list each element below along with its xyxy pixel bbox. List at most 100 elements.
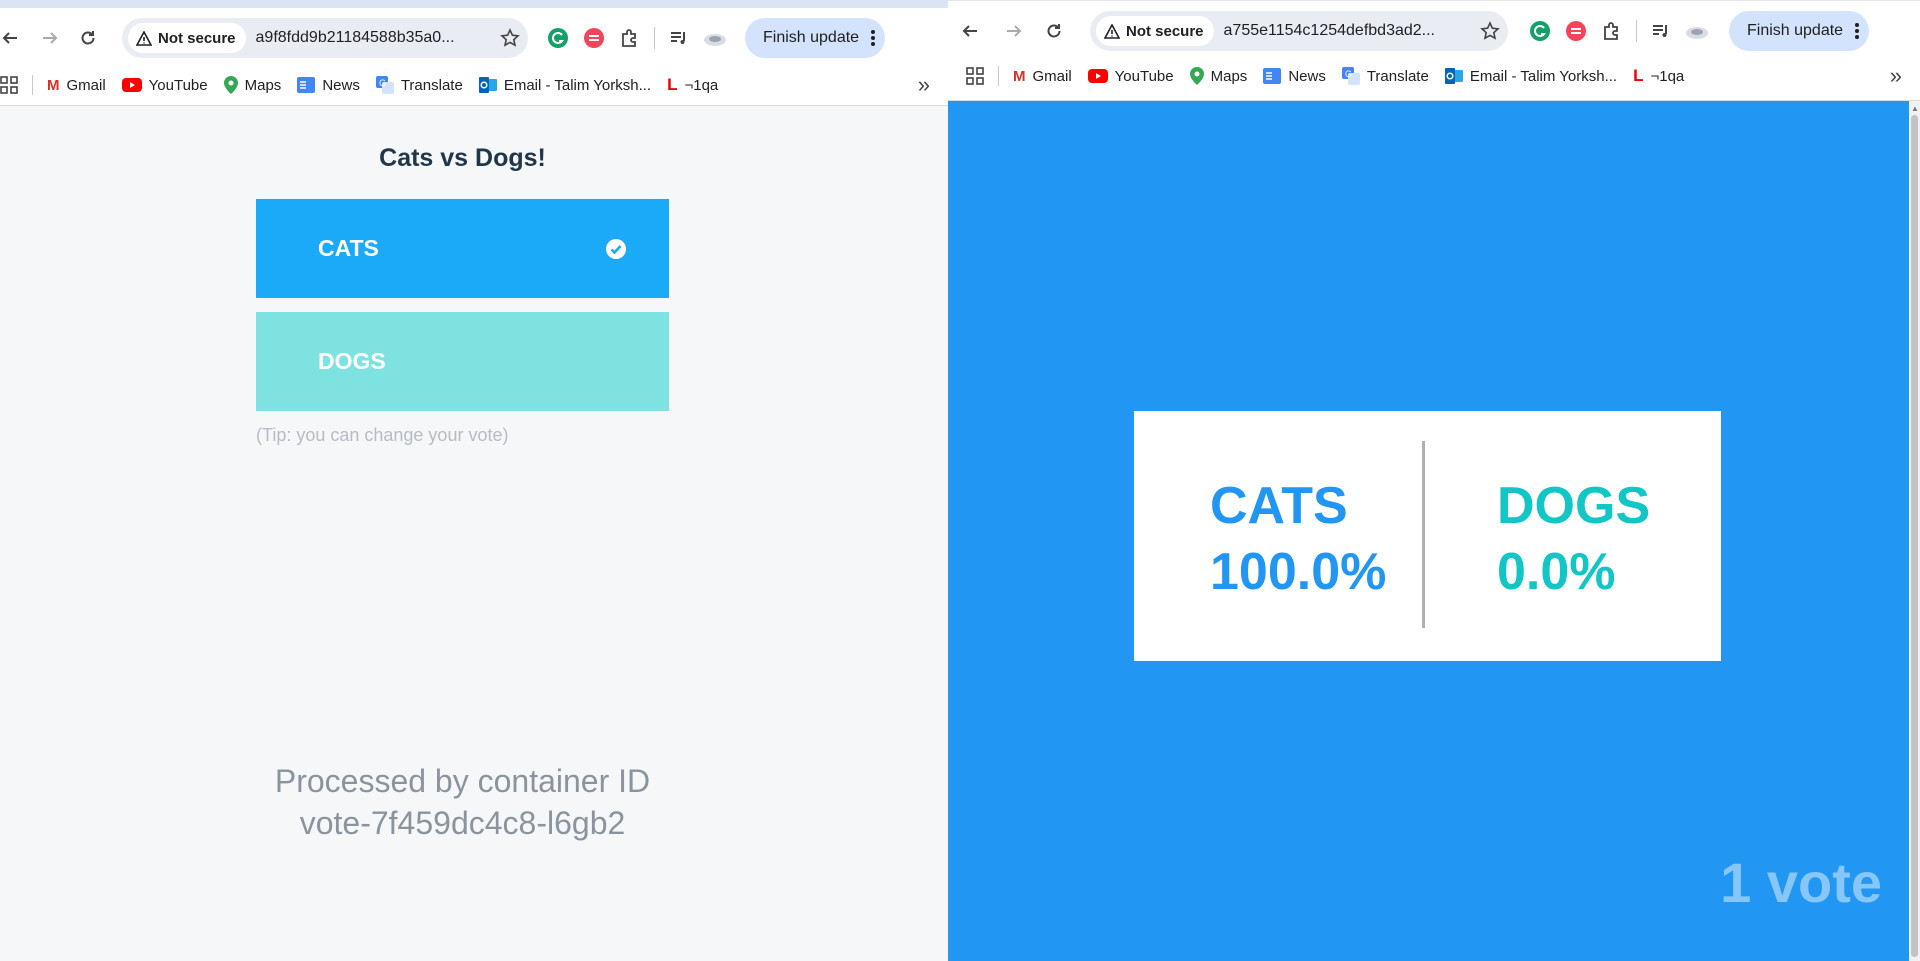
bookmark-star-button[interactable] — [500, 28, 520, 48]
grammarly-extension[interactable] — [1522, 15, 1558, 47]
finish-update-button[interactable]: Finish update — [1729, 11, 1870, 51]
vote-dogs-button[interactable]: DOGS — [256, 312, 669, 411]
check-circle-icon — [606, 239, 626, 259]
bookmark-email[interactable]: Email - Talim Yorksh... — [471, 77, 659, 94]
chrome-border — [948, 100, 1920, 101]
forward-button[interactable] — [998, 15, 1030, 47]
profile-button[interactable] — [697, 22, 733, 54]
bookmarks-divider — [998, 66, 999, 86]
apps-button[interactable] — [0, 76, 26, 94]
vote-count: 1 vote — [1720, 851, 1882, 914]
apps-button[interactable] — [948, 67, 992, 85]
puzzle-icon — [622, 29, 636, 47]
bookmark-label: Translate — [1366, 67, 1429, 85]
grammarly-icon — [1530, 21, 1550, 41]
profile-button[interactable] — [1679, 15, 1715, 47]
svg-text:G: G — [1345, 69, 1352, 79]
bookmark-news[interactable]: News — [289, 77, 368, 94]
finish-update-label: Finish update — [1747, 22, 1844, 39]
kebab-menu-icon — [871, 30, 876, 46]
scroll-up-icon[interactable]: ▲ — [1911, 104, 1919, 113]
bookmark-label: Gmail — [1032, 67, 1072, 85]
back-button[interactable] — [0, 22, 20, 54]
url-text[interactable]: a9f8fdd9b21184588b35a0... — [256, 29, 492, 47]
bookmark-label: YouTube — [148, 76, 208, 94]
bookmark-gmail[interactable]: M Gmail — [1005, 68, 1080, 85]
bookmark-youtube[interactable]: YouTube — [114, 77, 216, 94]
bookmark-email[interactable]: Email - Talim Yorksh... — [1437, 68, 1625, 85]
gmail-icon: M — [1013, 67, 1026, 85]
browser-toolbar: Not secure a9f8fdd9b21184588b35a0... Fin… — [0, 18, 948, 58]
gmail-icon: M — [47, 76, 60, 94]
cats-result-label: CATS — [1210, 477, 1348, 535]
apps-grid-icon — [0, 76, 18, 94]
translate-icon: G — [1341, 67, 1360, 85]
bookmark-translate[interactable]: G Translate — [368, 76, 471, 94]
dogs-result-label: DOGS — [1497, 477, 1651, 535]
maps-pin-icon — [1189, 67, 1204, 85]
profile-avatar-icon — [1686, 27, 1708, 39]
url-text[interactable]: a755e1154c1254defbd3ad2... — [1224, 22, 1472, 40]
vertical-scrollbar[interactable]: ▲ — [1909, 101, 1920, 961]
toolbar-divider — [654, 27, 655, 49]
chrome-border — [0, 105, 948, 106]
more-bookmarks-button[interactable]: » — [918, 72, 930, 98]
browser-window-result: Not secure a755e1154c1254defbd3ad2... Fi… — [948, 0, 1920, 961]
reload-icon — [81, 31, 95, 45]
l-logo-icon: L — [1633, 66, 1644, 85]
extensions-button[interactable] — [612, 22, 648, 54]
bookmark-label: Email - Talim Yorksh... — [503, 76, 652, 94]
media-button[interactable] — [661, 22, 697, 54]
l-logo-icon: L — [667, 75, 678, 94]
bookmark-maps[interactable]: Maps — [216, 76, 290, 94]
profile-avatar-icon — [704, 34, 726, 46]
maps-pin-icon — [223, 76, 238, 94]
bookmarks-bar: M Gmail YouTube Maps News G Translate Emai… — [0, 70, 948, 100]
warning-triangle-icon — [136, 30, 152, 46]
media-button[interactable] — [1643, 15, 1679, 47]
media-queue-icon — [1653, 25, 1667, 37]
bookmark-label: Maps — [244, 76, 282, 94]
finish-update-button[interactable]: Finish update — [745, 18, 886, 58]
bookmark-gmail[interactable]: M Gmail — [39, 77, 114, 94]
bookmark-translate[interactable]: G Translate — [1334, 67, 1437, 85]
bookmark-1qa[interactable]: L ¬1qa — [1625, 66, 1692, 86]
page-title: Cats vs Dogs! — [379, 144, 546, 172]
news-icon — [297, 77, 316, 93]
security-chip[interactable]: Not secure — [128, 23, 246, 53]
address-bar[interactable]: Not secure a755e1154c1254defbd3ad2... — [1090, 11, 1508, 51]
bookmark-star-button[interactable] — [1480, 21, 1500, 41]
processed-label: Processed by container ID — [274, 763, 651, 799]
back-button[interactable] — [954, 15, 986, 47]
reload-button[interactable] — [1038, 15, 1070, 47]
reload-button[interactable] — [72, 22, 104, 54]
bookmark-label: ¬1qa — [1650, 67, 1685, 85]
star-icon — [500, 28, 520, 47]
bookmark-news[interactable]: News — [1255, 68, 1334, 85]
bookmarks-divider — [32, 75, 33, 95]
red-extension[interactable] — [1558, 15, 1594, 47]
forward-button[interactable] — [34, 22, 66, 54]
apps-grid-icon — [966, 67, 984, 85]
arrow-right-icon — [1007, 25, 1022, 37]
bookmark-maps[interactable]: Maps — [1182, 67, 1256, 85]
bookmark-label: Translate — [400, 76, 463, 94]
browser-chrome: Not secure a9f8fdd9b21184588b35a0... Fin… — [0, 0, 948, 106]
bookmark-1qa[interactable]: L ¬1qa — [659, 75, 726, 95]
security-chip[interactable]: Not secure — [1096, 16, 1214, 46]
grammarly-extension[interactable] — [540, 22, 576, 54]
bookmark-label: News — [322, 76, 360, 94]
bookmark-youtube[interactable]: YouTube — [1080, 68, 1182, 85]
bookmark-label: Maps — [1210, 67, 1248, 85]
red-extension[interactable] — [576, 22, 612, 54]
scrollbar-thumb[interactable] — [1911, 115, 1918, 957]
more-bookmarks-button[interactable]: » — [1890, 63, 1902, 89]
svg-text:G: G — [379, 78, 386, 88]
extensions-button[interactable] — [1594, 15, 1630, 47]
address-bar[interactable]: Not secure a9f8fdd9b21184588b35a0... — [122, 18, 528, 58]
kebab-menu-icon — [1855, 23, 1860, 39]
bookmark-label: Gmail — [66, 76, 106, 94]
vote-cats-button[interactable]: CATS — [256, 199, 669, 298]
container-id-value: vote-7f459dc4c8-l6gb2 — [299, 805, 626, 841]
browser-chrome: Not secure a755e1154c1254defbd3ad2... Fi… — [948, 0, 1920, 101]
